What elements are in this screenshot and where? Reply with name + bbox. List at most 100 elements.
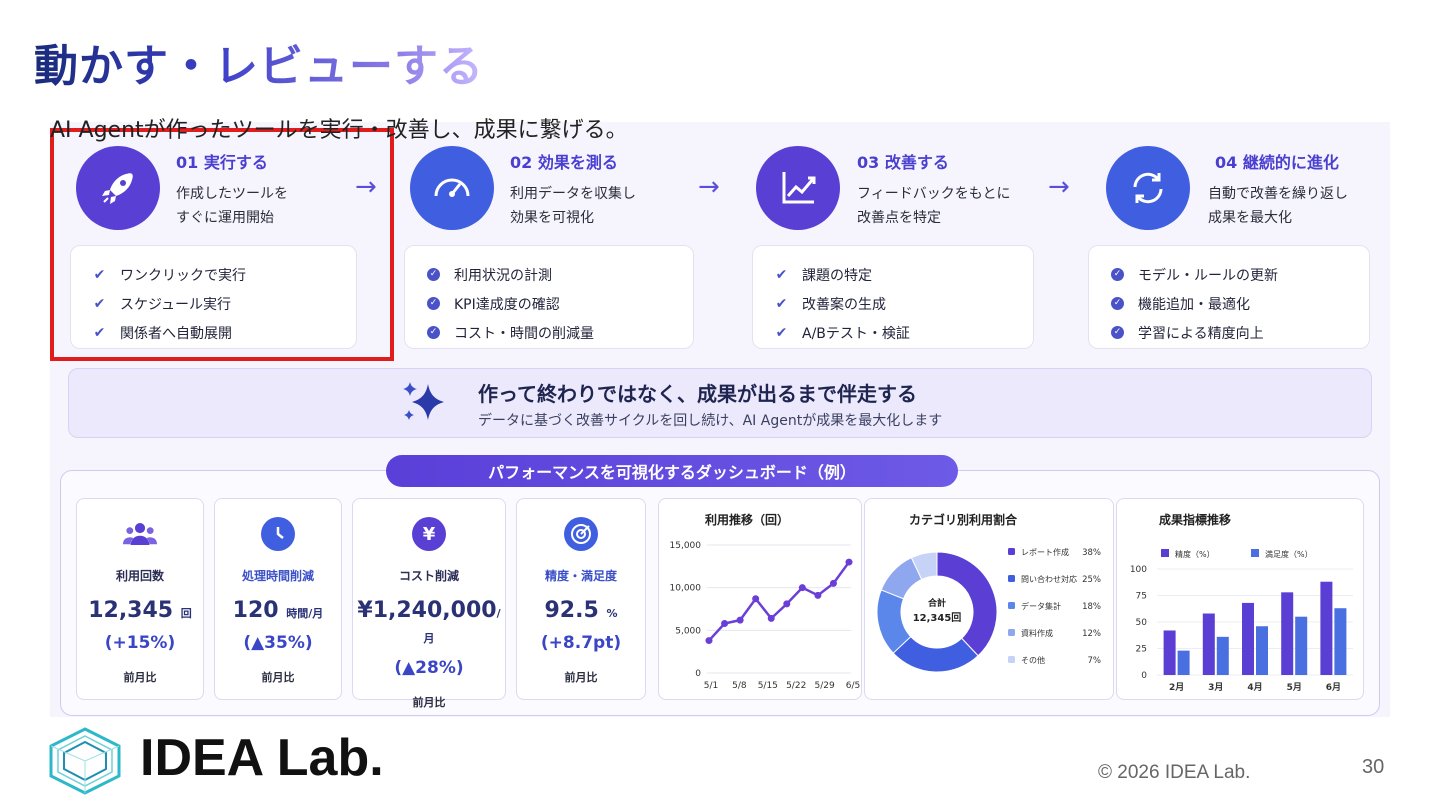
y-tick-label: 50 bbox=[1136, 618, 1148, 628]
y-tick-label: 100 bbox=[1130, 565, 1147, 575]
bar bbox=[1320, 581, 1333, 675]
speedometer-icon bbox=[410, 146, 494, 230]
center-value: 12,345回 bbox=[913, 612, 962, 624]
growth-chart-icon bbox=[756, 146, 840, 230]
metric-value: 92.5 % bbox=[544, 598, 618, 623]
legend-label: 資料作成 bbox=[1021, 628, 1053, 638]
logo-text: IDEA Lab. bbox=[140, 729, 384, 787]
bar bbox=[1334, 608, 1347, 675]
y-tick-label: 0 bbox=[1141, 671, 1147, 681]
line-chart: 0 5,000 10,000 15,000 5/1 5/8 5/15 5/22 5/29 6/5 bbox=[670, 541, 861, 691]
x-tick-label: 2月 bbox=[1169, 682, 1184, 693]
sparkle-icon bbox=[400, 380, 448, 430]
legend-value: 7% bbox=[1088, 656, 1102, 666]
step-2-desc: 利用データを収集し 効果を可視化 bbox=[510, 186, 636, 226]
legend-swatch bbox=[1008, 575, 1015, 582]
data-point bbox=[798, 584, 806, 592]
data-point bbox=[721, 620, 729, 628]
data-point bbox=[736, 616, 744, 624]
bar bbox=[1177, 650, 1190, 675]
metric-card-accuracy: 精度・満足度 92.5 % (+8.7pt) 前月比 bbox=[516, 498, 646, 700]
y-tick-label: 15,000 bbox=[670, 541, 702, 551]
bar bbox=[1163, 630, 1176, 675]
data-point bbox=[783, 600, 791, 608]
metric-label: 処理時間削減 bbox=[241, 569, 314, 583]
check-icon: ✔ bbox=[775, 266, 788, 283]
list-item: ✔ 改善案の生成 bbox=[775, 295, 886, 313]
center-label: 合計 bbox=[928, 597, 946, 609]
data-point bbox=[829, 579, 837, 587]
check-icon: ✓ bbox=[427, 268, 440, 281]
step-4-desc: 自動で改善を繰り返し 成果を最大化 bbox=[1208, 186, 1348, 226]
clock-icon bbox=[261, 517, 295, 551]
step-4-checklist: ✓ モデル・ルールの更新 ✓ 機能追加・最適化 ✓ 学習による精度向上 bbox=[1088, 245, 1370, 349]
step-2-checklist: ✓ 利用状況の計測 ✓ KPI達成度の確認 ✓ コスト・時間の削減量 bbox=[404, 245, 694, 349]
metric-label: 利用回数 bbox=[115, 569, 164, 583]
legend-swatch bbox=[1251, 549, 1259, 557]
highlight-frame bbox=[50, 128, 394, 361]
x-tick-label: 6/5 bbox=[846, 681, 860, 691]
step-2-title: 02 効果を測る bbox=[510, 153, 618, 172]
bar bbox=[1216, 636, 1229, 675]
bar-chart-card: 成果指標推移 0 25 50 75 100 精度（%） 満足度（%） 2月 3月 4月 5月 6月 bbox=[1116, 498, 1364, 700]
banner-title: 作って終わりではなく、成果が出るまで伴走する bbox=[478, 382, 917, 406]
arrow-right-icon: → bbox=[1048, 172, 1070, 202]
idea-lab-logo-icon bbox=[44, 726, 126, 800]
bar bbox=[1202, 613, 1215, 675]
legend-value: 12% bbox=[1082, 629, 1101, 639]
data-point bbox=[752, 595, 760, 603]
check-icon: ✔ bbox=[775, 324, 788, 341]
target-icon bbox=[564, 517, 598, 551]
x-tick-label: 4月 bbox=[1247, 682, 1262, 693]
yen-icon: ¥ bbox=[412, 517, 446, 551]
legend-label: 精度（%） bbox=[1175, 549, 1215, 559]
list-item: ✓ 機能追加・最適化 bbox=[1111, 289, 1369, 318]
check-icon: ✓ bbox=[1111, 297, 1124, 310]
legend-swatch bbox=[1008, 656, 1015, 663]
list-item: ✓ KPI達成度の確認 bbox=[427, 289, 693, 318]
legend-swatch bbox=[1008, 602, 1015, 609]
metric-card-usage: 利用回数 12,345 回 (+15%) 前月比 bbox=[76, 498, 204, 700]
bar-chart: 0 25 50 75 100 精度（%） 満足度（%） 2月 3月 4月 5月 6月 bbox=[1130, 549, 1353, 693]
step-3-desc: フィードバックをもとに 改善点を特定 bbox=[857, 186, 1011, 226]
series-line bbox=[708, 561, 851, 642]
metric-label: コスト削減 bbox=[398, 569, 459, 583]
donut-chart-card: カテゴリ別利用割合 合計 12,345回 レポート作成 38% 問い合わせ対応 25% デー… bbox=[864, 498, 1114, 700]
y-tick-label: 5,000 bbox=[675, 626, 701, 636]
check-icon: ✓ bbox=[1111, 326, 1124, 339]
list-item: ✓ モデル・ルールの更新 bbox=[1111, 260, 1369, 289]
metric-change: (+8.7pt) bbox=[540, 633, 622, 653]
banner-subtitle: データに基づく改善サイクルを回し続け、AI Agentが成果を最大化します bbox=[478, 413, 943, 429]
metric-note: 前月比 bbox=[123, 671, 157, 684]
bar bbox=[1242, 602, 1254, 675]
metric-change: (▲28%) bbox=[394, 658, 464, 678]
check-icon: ✔ bbox=[775, 295, 788, 312]
dashboard-label: パフォーマンスを可視化するダッシュボード（例） bbox=[386, 455, 958, 487]
data-point bbox=[845, 558, 853, 566]
legend-label: 満足度（%） bbox=[1265, 549, 1313, 559]
data-point bbox=[705, 637, 713, 645]
x-tick-label: 5/29 bbox=[814, 681, 834, 691]
list-item: ✔ 課題の特定 bbox=[775, 266, 872, 284]
metric-value: 12,345 回 bbox=[88, 598, 192, 623]
step-3-title: 03 改善する bbox=[857, 153, 949, 172]
check-icon: ✓ bbox=[427, 297, 440, 310]
y-tick-label: 0 bbox=[695, 669, 701, 679]
legend-label: 問い合わせ対応 bbox=[1021, 574, 1077, 584]
x-tick-label: 5/8 bbox=[732, 681, 747, 691]
check-icon: ✓ bbox=[427, 326, 440, 339]
metric-value: 120 時間/月 bbox=[232, 598, 324, 623]
data-point bbox=[814, 591, 822, 599]
refresh-icon bbox=[1106, 146, 1190, 230]
x-tick-label: 3月 bbox=[1208, 682, 1223, 693]
x-tick-label: 6月 bbox=[1326, 682, 1341, 693]
donut-chart: 合計 12,345回 レポート作成 38% 問い合わせ対応 25% データ集計 18% 資料作成… bbox=[876, 547, 1102, 673]
y-tick-label: 75 bbox=[1136, 592, 1147, 602]
pie-slice bbox=[892, 635, 979, 673]
x-tick-label: 5/15 bbox=[758, 681, 778, 691]
metric-label: 精度・満足度 bbox=[544, 569, 617, 583]
users-icon bbox=[123, 517, 157, 551]
legend-swatch bbox=[1008, 548, 1015, 555]
metric-note: 前月比 bbox=[564, 671, 598, 684]
metric-note: 前月比 bbox=[412, 696, 446, 709]
